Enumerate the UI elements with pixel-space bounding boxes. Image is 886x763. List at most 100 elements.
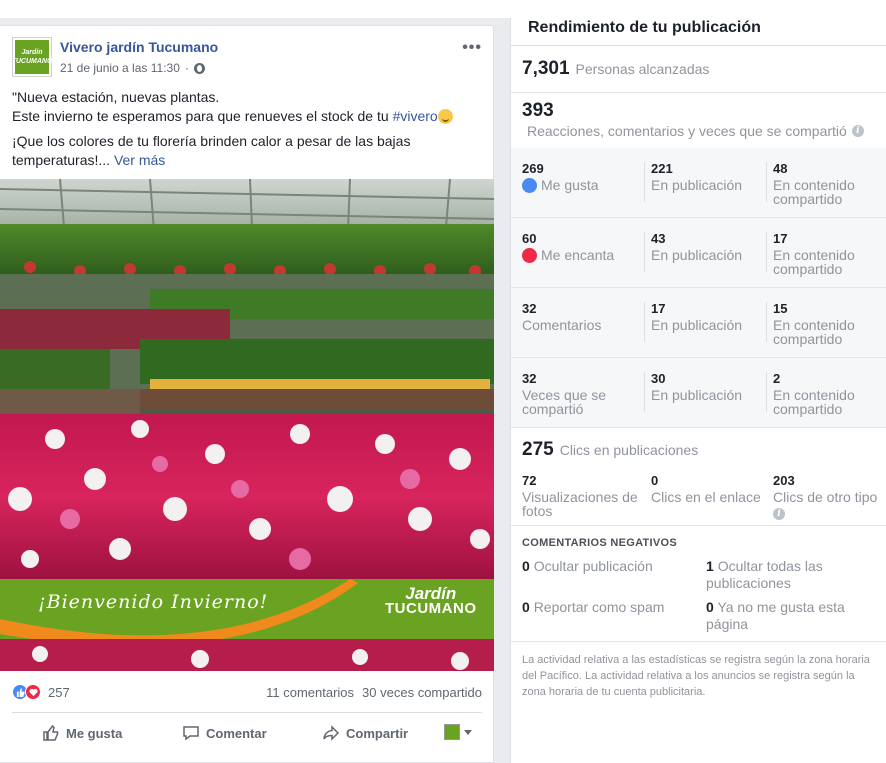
heart-icon [25, 684, 41, 700]
stat-number: 30 [651, 371, 666, 386]
stat-label: Visualizaciones de fotos [522, 489, 638, 519]
post-text-line-2: Este invierno te esperamos para que renu… [12, 108, 393, 124]
reaction-icons[interactable] [12, 684, 41, 700]
post-card: Jardín TUCUMANO Vivero jardín Tucumano 2… [0, 25, 494, 763]
see-more-link[interactable]: Ver más [114, 152, 165, 168]
stat-label: Clics en el enlace [651, 489, 761, 505]
stat-number: 32 [522, 371, 537, 386]
stat-label: En publicación [651, 247, 743, 263]
banner-text: ¡Bienvenido Invierno! [38, 591, 269, 613]
clicks-value: 275 [522, 439, 554, 460]
stat-number: 0 [522, 599, 530, 615]
divider [511, 641, 886, 642]
post-actions: Me gusta Comentar Compartir [12, 712, 482, 752]
comment-button[interactable]: Comentar [182, 724, 267, 742]
stat-label: En publicación [651, 177, 743, 193]
post-column: Jardín TUCUMANO Vivero jardín Tucumano 2… [0, 18, 510, 763]
comments-count-link[interactable]: 11 comentarios [266, 685, 354, 700]
comments-shares: 11 comentarios 30 veces compartido [258, 685, 482, 700]
stat-number: 17 [651, 301, 666, 316]
logo-text-2: TUCUMANO [11, 58, 53, 65]
stat-cell: 15 En contenido compartido [773, 301, 883, 347]
stat-number: 15 [773, 301, 788, 316]
ellipsis: ... [98, 152, 111, 168]
stat-number: 203 [773, 473, 795, 488]
stat-label: En contenido compartido [773, 387, 855, 417]
like-button[interactable]: Me gusta [42, 724, 122, 742]
stat-number: 221 [651, 161, 673, 176]
post-photo[interactable]: ¡Bienvenido Invierno! Jardín TUCUMANO [0, 179, 494, 671]
panel-title: Rendimiento de tu publicación [528, 19, 761, 36]
divider [766, 302, 767, 342]
speech-bubble-icon [183, 726, 199, 741]
stat-number: 48 [773, 161, 788, 176]
clicks-breakdown: 72 Visualizaciones de fotos 0 Clics en e… [511, 470, 886, 526]
post-text-line-3: ¡Que los colores de tu florería brinden … [12, 133, 411, 168]
divider [511, 92, 886, 93]
post-as-page-selector[interactable] [444, 724, 472, 740]
divider [511, 525, 886, 526]
negative-hide-post: 0 Ocultar publicación [522, 558, 702, 575]
stat-label: Me gusta [522, 178, 640, 193]
globe-icon[interactable] [193, 62, 205, 74]
negative-unlike: 0 Ya no me gusta esta página [706, 599, 876, 633]
stat-number: 72 [522, 473, 537, 488]
stat-number: 0 [706, 599, 714, 615]
breakdown-row-comments: 32 Comentarios 17 En publicación 15 En c… [511, 288, 886, 358]
reaction-count[interactable]: 257 [48, 685, 70, 700]
smile-emoji-icon [437, 109, 453, 124]
thumbs-up-icon [522, 178, 537, 193]
engagement-label-row: Reacciones, comentarios y veces que se c… [527, 123, 864, 139]
divider [644, 372, 645, 412]
stat-cell: 203 Clics de otro tipo i [773, 474, 883, 520]
breakdown-row-loves: 60 Me encanta 43 En publicación 17 En co… [511, 218, 886, 288]
clicks-stat: 275 Clics en publicaciones [522, 439, 698, 461]
stat-number: 17 [773, 231, 788, 246]
stat-number: 1 [706, 558, 714, 574]
page-avatar[interactable]: Jardín TUCUMANO [12, 37, 52, 77]
stat-number: 0 [522, 558, 530, 574]
stat-label: Veces que se compartió [522, 387, 607, 417]
negative-hide-all: 1 Ocultar todas las publicaciones [706, 558, 876, 592]
facebook-post-insights: Jardín TUCUMANO Vivero jardín Tucumano 2… [0, 0, 886, 763]
banner-brand-logo: Jardín TUCUMANO [385, 584, 477, 617]
logo-text-1: Jardín [21, 49, 43, 56]
more-horizontal-icon[interactable]: ••• [462, 39, 482, 57]
divider [766, 162, 767, 202]
share-button[interactable]: Compartir [322, 724, 408, 742]
info-icon[interactable]: i [773, 508, 785, 520]
stat-label: Clics de otro tipo i [773, 490, 883, 520]
stat-label: En contenido compartido [773, 177, 855, 207]
hashtag-link[interactable]: #vivero [393, 108, 438, 124]
divider [766, 232, 767, 272]
stat-number: 2 [773, 371, 781, 386]
post-text-line-1: "Nueva estación, nuevas plantas. [12, 89, 220, 105]
reactions-summary: 257 11 comentarios 30 veces compartido [12, 684, 482, 702]
post-meta: 21 de junio a las 11:30 · [60, 61, 205, 75]
like-button-label: Me gusta [66, 725, 123, 741]
reach-value: 7,301 [522, 58, 570, 79]
info-icon[interactable]: i [851, 125, 864, 137]
banner-brand-2: TUCUMANO [385, 600, 477, 617]
stat-label: En publicación [651, 317, 743, 333]
post-text-paragraph-1: "Nueva estación, nuevas plantas. Este in… [12, 88, 482, 126]
page-logo: Jardín TUCUMANO [12, 40, 52, 74]
divider [644, 232, 645, 272]
stat-number: 0 [651, 473, 659, 488]
banner-brand-1: Jardín [405, 584, 457, 603]
stat-label: Ocultar todas las publicaciones [706, 558, 823, 591]
stat-number: 269 [522, 161, 544, 176]
stat-label: Ocultar publicación [533, 558, 653, 574]
post-date[interactable]: 21 de junio a las 11:30 [60, 61, 180, 75]
stat-label: Reportar como spam [533, 599, 665, 615]
comment-button-label: Comentar [206, 725, 267, 741]
negative-feedback-title: COMENTARIOS NEGATIVOS [522, 537, 678, 549]
stat-number: 43 [651, 231, 666, 246]
page-name-link[interactable]: Vivero jardín Tucumano [60, 39, 218, 55]
reach-stat: 7,301 Personas alcanzadas [522, 58, 709, 80]
stat-cell: 43 En publicación [651, 231, 763, 263]
stat-label: En contenido compartido [773, 247, 855, 277]
stat-label-text: Me encanta [541, 247, 615, 263]
shares-count-link[interactable]: 30 veces compartido [362, 685, 482, 700]
stat-cell: 32 Veces que se compartió [522, 371, 640, 417]
